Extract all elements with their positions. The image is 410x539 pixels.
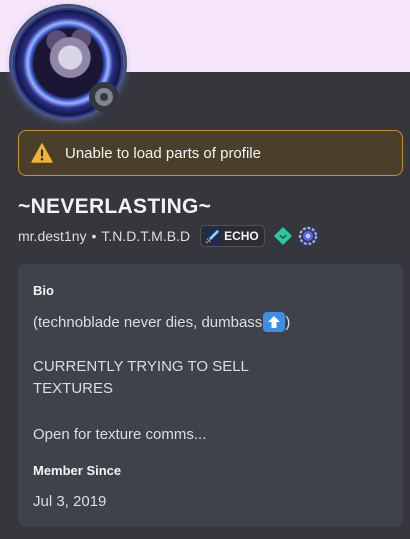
up-arrow-emoji-icon	[263, 312, 286, 332]
guild-tag[interactable]: ECHO	[200, 225, 265, 247]
bio-line-1: (technoblade never dies, dumbass )	[33, 312, 290, 332]
guild-tag-label: ECHO	[224, 229, 259, 243]
sword-icon	[204, 227, 222, 245]
bio-line-1-close: )	[285, 313, 291, 331]
username[interactable]: mr.dest1ny	[18, 228, 86, 244]
warning-icon	[31, 143, 53, 163]
pronouns: T.N.D.T.M.B.D	[101, 228, 191, 244]
bio-line-4: Open for texture comms...	[33, 426, 207, 443]
profile-subline: mr.dest1ny • T.N.D.T.M.B.D ECHO	[18, 224, 318, 248]
bio-line-1-text: (technoblade never dies, dumbass	[33, 313, 263, 331]
bio-heading: Bio	[33, 283, 54, 298]
separator-dot: •	[91, 228, 97, 244]
quest-badge-icon[interactable]	[273, 226, 293, 246]
bio-line-3: TEXTURES	[33, 380, 114, 397]
status-indicator	[89, 82, 119, 112]
profile-load-alert: Unable to load parts of profile	[18, 130, 403, 176]
member-since-date: Jul 3, 2019	[33, 493, 107, 510]
hypesquad-badge-icon[interactable]	[298, 226, 318, 246]
member-since-heading: Member Since	[33, 463, 122, 478]
offline-status-icon	[95, 88, 113, 106]
profile-details-panel: Bio (technoblade never dies, dumbass ) C…	[18, 264, 403, 527]
alert-text: Unable to load parts of profile	[65, 144, 261, 162]
bio-line-2: CURRENTLY TRYING TO SELL	[33, 358, 249, 375]
display-name: ~NEVERLASTING~	[18, 195, 212, 218]
